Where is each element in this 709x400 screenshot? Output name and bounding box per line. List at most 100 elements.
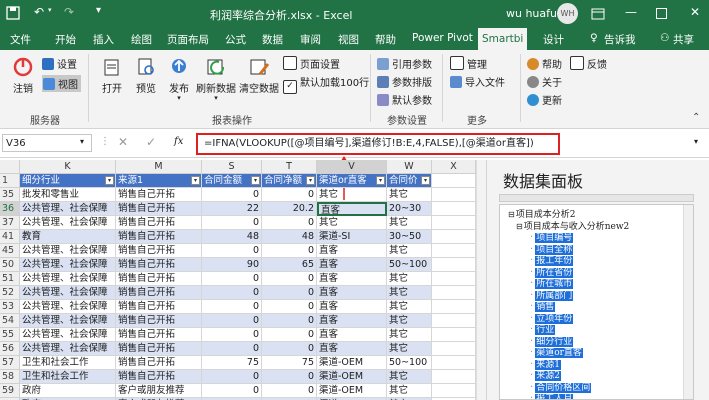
table-cell-v[interactable]: 直客 [317, 272, 387, 286]
empty-cell[interactable] [432, 272, 476, 286]
undo-dropdown-icon[interactable]: ▾ [48, 6, 52, 14]
table-header-cell[interactable]: 合同金额 ▾ [202, 174, 262, 188]
avatar[interactable]: WH [557, 3, 578, 24]
table-cell-t[interactable]: 0 [262, 370, 317, 384]
table-cell-s[interactable]: 0 [202, 328, 262, 342]
table-cell-t[interactable]: 0 [262, 328, 317, 342]
tree-node[interactable]: · 所在城市 [530, 278, 574, 290]
table-cell-s[interactable]: 48 [202, 230, 262, 244]
table-cell-t[interactable]: 0 [262, 342, 317, 356]
empty-cell[interactable] [432, 356, 476, 370]
table-cell-m[interactable]: 销售自己开拓 [116, 272, 202, 286]
table-cell-v[interactable]: 渠道-OEM [317, 370, 387, 384]
table-cell-s[interactable]: 75 [202, 356, 262, 370]
tab-draw[interactable]: 绘图 [131, 32, 152, 47]
table-cell-w[interactable]: 其它 [387, 370, 432, 384]
table-cell-v[interactable]: 其它 [317, 216, 387, 230]
empty-cell[interactable] [432, 328, 476, 342]
row-header[interactable]: 57 [0, 356, 20, 370]
tab-review[interactable]: 审阅 [300, 32, 321, 47]
tree-node[interactable]: · 所在省份 [530, 267, 574, 279]
tree-node[interactable]: · 报工人月 [530, 393, 574, 399]
table-cell-k[interactable]: 批发和零售业 [20, 188, 116, 202]
filter-dropdown-icon[interactable]: ▾ [105, 176, 114, 185]
table-cell-m[interactable]: 销售自己开拓 [116, 300, 202, 314]
tree-node[interactable]: ⊟项目成本分析2 [508, 209, 575, 221]
name-box-dropdown-icon[interactable]: ▾ [80, 137, 84, 146]
row-header[interactable]: 59 [0, 384, 20, 398]
table-cell-t[interactable]: 0 [262, 272, 317, 286]
name-box[interactable]: V36 [2, 134, 92, 152]
table-cell-w[interactable]: 50~100 [387, 258, 432, 272]
row-header[interactable]: 50 [0, 258, 20, 272]
minimize-icon[interactable]: — [625, 5, 637, 19]
empty-cell[interactable] [432, 230, 476, 244]
manage-button[interactable]: 管理 [450, 56, 487, 71]
column-header-s[interactable]: S [202, 160, 262, 174]
table-header-cell[interactable]: 细分行业 ▾ [20, 174, 116, 188]
row-header[interactable]: 1 [0, 174, 20, 188]
table-cell-k[interactable]: 公共管理、社会保障 [20, 286, 116, 300]
about-button[interactable]: 关于 [527, 74, 562, 89]
collapse-node-icon[interactable]: ⊟ [516, 222, 523, 231]
table-cell-k[interactable]: 公共管理、社会保障 [20, 272, 116, 286]
tab-insert[interactable]: 插入 [93, 32, 114, 47]
tree-node[interactable]: · 来源1 [530, 359, 561, 371]
empty-cell[interactable] [432, 188, 476, 202]
tree-node[interactable]: · 所属部门 [530, 290, 574, 302]
table-cell-t[interactable]: 0 [262, 244, 317, 258]
table-cell-m[interactable]: 销售自己开拓 [116, 342, 202, 356]
table-cell-k[interactable]: 公共管理、社会保障 [20, 216, 116, 230]
redo-icon[interactable]: ↷ [64, 5, 74, 19]
publish-dropdown-icon[interactable]: ▾ [166, 95, 192, 102]
table-cell-w[interactable]: 其它 [387, 384, 432, 398]
table-cell-k[interactable]: 政府 [20, 384, 116, 398]
table-cell-k[interactable]: 公共管理、社会保障 [20, 314, 116, 328]
table-cell-s[interactable]: 0 [202, 384, 262, 398]
table-cell-m[interactable]: 销售自己开拓 [116, 286, 202, 300]
table-cell-t[interactable]: 48 [262, 230, 317, 244]
tree-node[interactable]: · 立项年份 [530, 313, 574, 325]
confirm-icon[interactable]: ✓ [146, 135, 156, 149]
table-cell-s[interactable]: 0 [202, 342, 262, 356]
table-cell-w[interactable]: 50~100 [387, 356, 432, 370]
empty-cell[interactable] [432, 286, 476, 300]
table-header-cell[interactable]: 渠道or直客 ▾ [317, 174, 387, 188]
tab-smartbi[interactable]: Smartbi [478, 28, 528, 50]
table-cell-w[interactable]: 30~50 [387, 230, 432, 244]
tree-node[interactable]: · 细分行业 [530, 336, 574, 348]
table-cell-m[interactable]: 销售自己开拓 [116, 216, 202, 230]
table-cell-v[interactable]: 其它 [317, 188, 387, 202]
default-params-button[interactable]: 默认参数 [377, 92, 432, 107]
table-cell-s[interactable]: 0 [202, 216, 262, 230]
table-header-cell[interactable]: 来源1 ▾ [116, 174, 202, 188]
table-cell-v[interactable]: 渠道-SI [317, 230, 387, 244]
empty-cell[interactable] [432, 300, 476, 314]
row-header[interactable]: 36 [0, 202, 20, 216]
table-cell-w[interactable]: 其它 [387, 300, 432, 314]
table-cell-k[interactable]: 教育 [20, 230, 116, 244]
table-cell-t[interactable]: 0 [262, 216, 317, 230]
table-cell-s[interactable]: 0 [202, 370, 262, 384]
table-cell-s[interactable]: 0 [202, 314, 262, 328]
expand-formula-icon[interactable]: ▾ [694, 137, 698, 146]
tree-node[interactable]: · 行业 [530, 324, 556, 336]
close-icon[interactable]: ✕ [690, 5, 700, 19]
table-cell-m[interactable]: 销售自己开拓 [116, 202, 202, 216]
table-cell-t[interactable]: 0 [262, 188, 317, 202]
tree-scrollbar[interactable] [683, 205, 693, 399]
table-cell-v[interactable]: 直客 [317, 202, 387, 216]
table-cell-k[interactable]: 公共管理、社会保障 [20, 244, 116, 258]
table-cell-t[interactable]: 0 [262, 384, 317, 398]
table-header-cell[interactable]: 合同价 ▾ [387, 174, 432, 188]
settings-button[interactable]: 设置 [42, 56, 77, 71]
tab-help[interactable]: 帮助 [375, 32, 396, 47]
ribbon-display-icon[interactable] [591, 8, 605, 20]
empty-cell[interactable] [432, 314, 476, 328]
tab-view[interactable]: 视图 [338, 32, 359, 47]
tree-node[interactable]: · 报工年份 [530, 255, 574, 267]
tree-node[interactable]: · 渠道or直客 [530, 347, 583, 359]
feedback-button[interactable]: 反馈 [570, 56, 607, 71]
table-cell-v[interactable]: 渠道-OEM [317, 384, 387, 398]
tab-data[interactable]: 数据 [262, 32, 283, 47]
